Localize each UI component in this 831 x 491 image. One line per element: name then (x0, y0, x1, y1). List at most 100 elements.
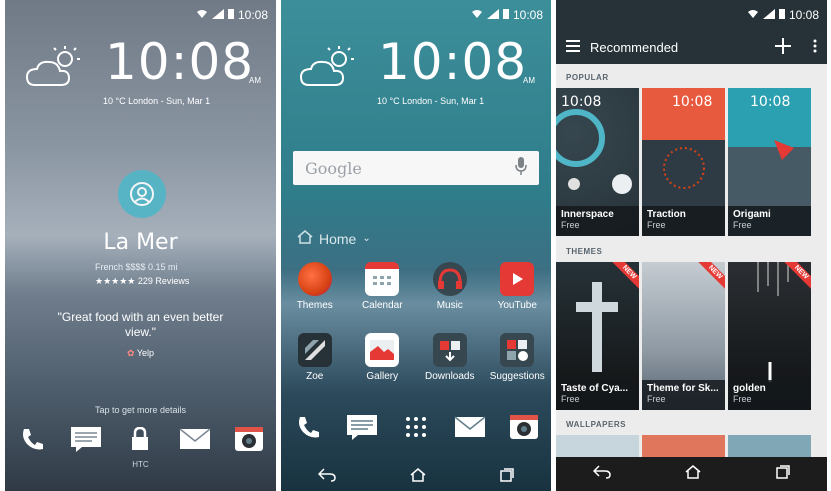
weather-cloud-icon (25, 45, 87, 94)
chevron-down-icon: ⌄ (362, 233, 371, 244)
home-folder-selector[interactable]: Home ⌄ (297, 230, 371, 247)
card-caption: Innerspace Free (556, 206, 639, 236)
camera-icon[interactable] (507, 410, 541, 444)
lock-date: 10 °C London - Sun, Mar 1 (103, 96, 211, 106)
home-button-icon[interactable] (685, 464, 701, 484)
status-bar: 10:08 (747, 8, 819, 22)
app-label: Themes (296, 300, 333, 311)
weather-cloud-icon[interactable] (299, 45, 361, 94)
venue-name: La Mer (103, 230, 178, 255)
wallpaper-card[interactable] (728, 435, 811, 459)
card-caption: Origami Free (728, 206, 811, 236)
mail-icon[interactable] (453, 410, 487, 444)
card-clock: 10:08 (672, 94, 713, 110)
section-wallpapers: WALLPAPERS (566, 420, 626, 429)
home-dock (281, 410, 551, 444)
phone-icon[interactable] (291, 410, 325, 444)
tap-hint[interactable]: Tap to get more details (5, 405, 276, 415)
messages-icon[interactable] (345, 410, 379, 444)
review-source: ✿ Yelp (5, 348, 276, 359)
status-time: 10:08 (237, 8, 268, 22)
card-caption: Traction Free (642, 206, 725, 236)
app-label: YouTube (497, 300, 537, 311)
zoe-icon (297, 333, 332, 367)
home-date: 10 °C London - Sun, Mar 1 (377, 96, 485, 106)
app-label: Zoe (306, 371, 324, 382)
card-title: Innerspace (561, 209, 614, 220)
wifi-icon (747, 8, 759, 22)
theme-card-golden[interactable]: NEW golden Free (728, 262, 811, 410)
overflow-menu-icon[interactable] (813, 39, 817, 56)
google-search-bar[interactable]: Google (293, 151, 539, 185)
camera-icon[interactable] (232, 422, 266, 456)
theme-card-taste-of-cyan[interactable]: NEW Taste of Cya... Free (556, 262, 639, 410)
app-zoe[interactable]: Zoe (281, 333, 349, 382)
card-price: Free (647, 220, 666, 230)
location-pin-icon[interactable] (118, 170, 166, 218)
theme-card-theme-for-sk[interactable]: NEW Theme for Sk... Free (642, 262, 725, 410)
status-time: 10:08 (788, 8, 819, 22)
card-price: Free (561, 394, 580, 404)
app-calendar[interactable]: Calendar (349, 262, 417, 311)
home-clock[interactable]: 10:08 (378, 33, 527, 91)
card-title: Traction (647, 209, 686, 220)
page-title: Recommended (590, 39, 679, 55)
app-music[interactable]: Music (416, 262, 484, 311)
app-header: Recommended (556, 30, 827, 64)
star-icons: ★★★★★ (95, 276, 136, 286)
themes-store-screen: 10:08 Recommended POPULAR 10:08 Innerspa… (556, 0, 827, 491)
navigation-bar (556, 457, 827, 491)
calendar-icon (365, 262, 400, 296)
microphone-icon[interactable] (515, 156, 527, 180)
app-downloads[interactable]: Downloads (416, 333, 484, 382)
app-label: Downloads (425, 371, 475, 382)
app-themes[interactable]: Themes (281, 262, 349, 311)
card-title: Taste of Cya... (561, 383, 629, 394)
status-time: 10:08 (512, 8, 543, 22)
card-price: Free (733, 394, 752, 404)
add-icon[interactable] (775, 37, 791, 57)
status-bar: 10:08 (196, 8, 268, 22)
menu-icon[interactable] (566, 39, 580, 55)
theme-card-origami[interactable]: 10:08 Origami Free (728, 88, 811, 236)
lock-icon[interactable] (123, 422, 157, 456)
golden-art (757, 262, 789, 382)
navigation-bar (281, 461, 551, 491)
battery-icon (227, 8, 234, 22)
app-youtube[interactable]: YouTube (484, 262, 552, 311)
theme-card-innerspace[interactable]: 10:08 Innerspace Free (556, 88, 639, 236)
rating-stars: ★★★★★ 229 Reviews (95, 276, 189, 287)
status-bar: 10:08 (471, 8, 543, 22)
app-label: Suggestions (489, 371, 545, 382)
home-icon (297, 230, 313, 247)
review-quote: "Great food with an even better view." (57, 310, 224, 339)
mail-icon[interactable] (178, 422, 212, 456)
recents-icon[interactable] (500, 467, 514, 485)
app-label: Gallery (366, 371, 399, 382)
recents-icon[interactable] (776, 464, 790, 484)
app-drawer-icon[interactable] (399, 410, 433, 444)
wallpaper-card[interactable] (642, 435, 725, 459)
signal-icon (762, 8, 775, 22)
back-icon[interactable] (317, 467, 336, 485)
venue-meta: French $$$$ 0.15 mi (95, 262, 178, 272)
battery-icon (502, 8, 509, 22)
signal-icon (211, 8, 224, 22)
brand-label: HTC (132, 460, 149, 469)
back-icon[interactable] (593, 464, 611, 484)
home-button-icon[interactable] (410, 467, 426, 485)
home-screen: 10:08 10:08 AM 10 °C London - Sun, Mar 1… (281, 0, 551, 491)
yelp-icon: ✿ (126, 348, 135, 358)
messages-icon[interactable] (69, 422, 103, 456)
gallery-icon (365, 333, 400, 367)
card-title: Theme for Sk... (647, 383, 719, 394)
card-clock: 10:08 (750, 94, 791, 110)
theme-card-traction[interactable]: 10:08 Traction Free (642, 88, 725, 236)
card-caption: Theme for Sk... Free (642, 380, 725, 410)
phone-icon[interactable] (15, 422, 49, 456)
app-gallery[interactable]: Gallery (349, 333, 417, 382)
wallpaper-card[interactable] (556, 435, 639, 459)
themes-row: NEW Taste of Cya... Free NEW Theme for Sk… (556, 262, 827, 410)
home-folder-label: Home (319, 230, 357, 247)
app-suggestions[interactable]: Suggestions (484, 333, 552, 382)
